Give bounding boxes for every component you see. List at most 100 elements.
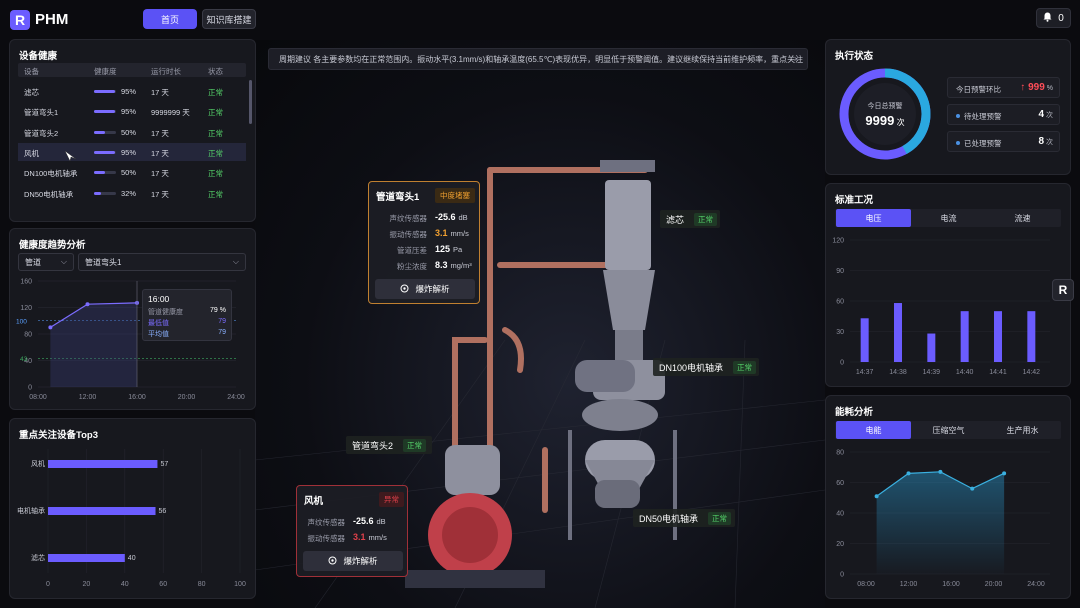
data-point <box>874 494 879 499</box>
series-area <box>876 471 1005 574</box>
health-bar <box>94 110 116 114</box>
nav-knowledge-button[interactable]: 知识库搭建 <box>202 9 256 29</box>
suggestion-banner: 周期建议 各主要参数均在正常范围内。振动水平(3.1mm/s)和轴承温度(65.… <box>268 48 808 70</box>
status-text: 正常 <box>208 148 223 158</box>
x-tick-label: 14:37 <box>856 369 874 376</box>
stat-card-pending: 待处理预警 4次 <box>947 104 1060 125</box>
tab-compressed-air[interactable]: 压缩空气 <box>911 421 986 439</box>
filter-label[interactable]: 滤芯 正常 <box>660 210 720 228</box>
device-table-scrollbar[interactable] <box>249 80 252 124</box>
bar <box>48 460 158 468</box>
data-point <box>906 471 911 476</box>
metric-number: 125 <box>435 244 451 254</box>
runtime: 17 天 <box>151 189 169 199</box>
bar <box>1027 311 1036 362</box>
health-percent: 95% <box>121 147 137 157</box>
device-select-value: 管道弯头1 <box>85 257 122 267</box>
tab-voltage[interactable]: 电压 <box>836 209 911 227</box>
tooltip-time: 16:00 <box>148 294 170 304</box>
donut-center-label: 今日总预警 <box>867 103 903 110</box>
table-row[interactable]: DN50电机轴承 32% 17 天 正常 <box>18 184 246 202</box>
metric-value: 3.1 mm/s <box>435 228 469 238</box>
tab-current[interactable]: 电流 <box>911 209 986 227</box>
cursor-icon <box>64 150 78 164</box>
standard-tabs: 电压 电流 流速 <box>835 209 1061 227</box>
x-tick-label: 20:00 <box>178 394 196 401</box>
explode-analysis-button[interactable]: 爆炸解析 <box>375 279 475 299</box>
y-tick-label: 40 <box>836 511 844 518</box>
donut-center-unit: 次 <box>896 118 905 127</box>
stat-number: ↑ 999 <box>1020 82 1045 93</box>
category-select[interactable]: 管道 ⌵ <box>18 253 74 271</box>
x-tick-label: 24:00 <box>1027 581 1045 588</box>
health-bar-fill <box>94 150 115 154</box>
table-row[interactable]: 管道弯头1 95% 9999999 天 正常 <box>18 102 246 120</box>
metric-unit: mm/s <box>368 533 387 542</box>
elbow2-status: 正常 <box>403 438 427 452</box>
filter-label-name: 滤芯 <box>666 214 685 225</box>
close-icon[interactable]: × <box>794 54 799 64</box>
chevron-down-icon: ⌵ <box>60 257 67 266</box>
tab-water[interactable]: 生产用水 <box>985 421 1060 439</box>
bar <box>927 333 936 362</box>
table-row[interactable]: DN100电机轴承 50% 17 天 正常 <box>18 163 246 181</box>
health-bar <box>94 191 116 195</box>
tooltip-value-2: 79 <box>218 318 226 325</box>
x-tick-label: 60 <box>159 581 167 588</box>
x-tick-label: 0 <box>46 581 50 588</box>
table-row[interactable]: 风机 95% 17 天 正常 <box>18 142 246 161</box>
y-tick-label: 0 <box>840 360 844 367</box>
x-tick-label: 14:40 <box>956 369 974 376</box>
y-tick-label: 80 <box>836 450 844 457</box>
stat-value: 4次 <box>1038 109 1053 120</box>
elbow2-label-name: 管道弯头2 <box>352 440 394 451</box>
notification-button[interactable]: 0 <box>1036 8 1071 28</box>
side-logo-button[interactable]: R <box>1052 279 1074 301</box>
device-select[interactable]: 管道弯头1 ⌵ <box>78 253 246 271</box>
runtime: 17 天 <box>151 169 169 179</box>
metric-label: 振动传感器 <box>307 534 346 543</box>
trend-tooltip: 16:00 管道健康度 79 % 最低值 79 平均值 79 <box>142 289 232 341</box>
explode-analysis-label: 爆炸解析 <box>415 284 450 294</box>
health-bar <box>94 171 116 175</box>
x-tick-label: 20:00 <box>985 581 1003 588</box>
ref-label-lower: 43 <box>20 356 28 363</box>
x-tick-label: 08:00 <box>857 581 875 588</box>
device-name: 管道弯头1 <box>24 108 59 118</box>
metric-label: 振动传感器 <box>389 230 428 239</box>
table-row[interactable]: 管道弯头2 50% 17 天 正常 <box>18 123 246 141</box>
tab-flow[interactable]: 流速 <box>985 209 1060 227</box>
nav-home-button[interactable]: 首页 <box>143 9 197 29</box>
dn100-label[interactable]: DN100电机轴承 正常 <box>653 358 759 376</box>
elbow2-label[interactable]: 管道弯头2 正常 <box>346 436 432 454</box>
stat-value: 8次 <box>1038 136 1053 147</box>
metric-unit: dB <box>458 213 468 222</box>
health-percent: 95% <box>121 107 137 117</box>
metric-value: 8.3 mg/m³ <box>435 260 472 270</box>
dn50-label[interactable]: DN50电机轴承 正常 <box>633 509 735 527</box>
pending-dot-icon <box>956 114 960 118</box>
bar <box>860 318 869 362</box>
device-health-title: 设备健康 <box>19 51 58 62</box>
explode-analysis-button[interactable]: 爆炸解析 <box>303 551 403 571</box>
tab-electricity[interactable]: 电能 <box>836 421 911 439</box>
x-tick-label: 14:42 <box>1023 369 1041 376</box>
device-table-header: 设备 健康度 运行时长 状态 <box>18 63 246 77</box>
data-point <box>48 325 53 330</box>
bar <box>994 311 1002 362</box>
x-tick-label: 80 <box>198 581 206 588</box>
y-tick-label: 0 <box>28 385 32 392</box>
bar <box>48 554 125 562</box>
health-bar-fill <box>94 130 105 134</box>
metric-value: -25.6 dB <box>353 516 386 526</box>
x-tick-label: 14:41 <box>989 369 1007 376</box>
table-row[interactable]: 滤芯 95% 17 天 正常 <box>18 82 246 100</box>
top3-title: 重点关注设备Top3 <box>19 430 98 441</box>
metric-number: -25.6 <box>435 212 456 222</box>
app-logo: R <box>10 10 30 30</box>
metric-number: 8.3 <box>435 260 448 270</box>
metric-label: 管道压差 <box>397 246 427 255</box>
stat-unit: 次 <box>1046 112 1053 119</box>
x-tick-label: 16:00 <box>942 581 960 588</box>
filter-status: 正常 <box>694 212 718 226</box>
